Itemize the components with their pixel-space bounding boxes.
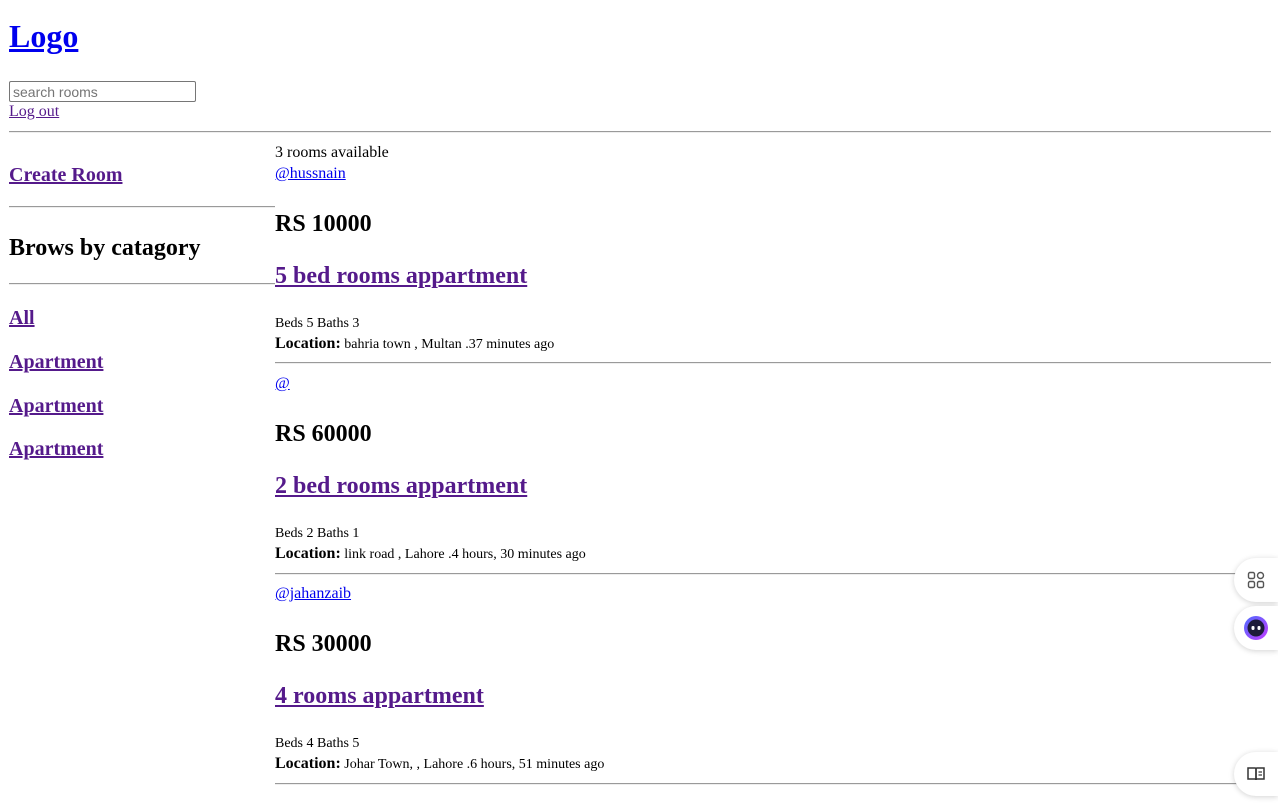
room-title-link[interactable]: 5 bed rooms appartment xyxy=(275,262,527,290)
assistant-face-icon xyxy=(1244,616,1268,640)
room-divider xyxy=(275,783,1271,785)
reader-book-icon xyxy=(1247,767,1265,781)
category-apartment-link[interactable]: Apartment xyxy=(9,351,103,373)
room-location: Location: bahria town , Multan .37 minut… xyxy=(275,335,554,354)
logout-link[interactable]: Log out xyxy=(9,103,59,121)
room-host-link[interactable]: @ xyxy=(275,375,290,393)
room-price: RS 10000 xyxy=(275,211,372,237)
sidebar-divider-bottom xyxy=(9,283,275,285)
room-title-link[interactable]: 2 bed rooms appartment xyxy=(275,472,527,500)
reader-widget-button[interactable] xyxy=(1234,752,1278,796)
location-label: Location: xyxy=(275,755,341,772)
room-title-link[interactable]: 4 rooms appartment xyxy=(275,682,484,710)
room-price: RS 60000 xyxy=(275,421,372,447)
room-card: @hussnain RS 10000 5 bed rooms appartmen… xyxy=(275,144,1271,356)
browse-category-heading: Brows by catagory xyxy=(9,235,201,261)
header-divider xyxy=(9,131,1271,133)
room-host-link[interactable]: @jahanzaib xyxy=(275,585,351,603)
room-specs: Beds 2 Baths 1 xyxy=(275,526,360,541)
room-card: @jahanzaib RS 30000 4 rooms appartment B… xyxy=(275,564,1271,776)
room-host-link[interactable]: @hussnain xyxy=(275,165,346,183)
category-apartment-link[interactable]: Apartment xyxy=(9,395,103,417)
location-text: Johar Town, , Lahore .6 hours, 51 minute… xyxy=(344,757,605,772)
create-room-link[interactable]: Create Room xyxy=(9,164,122,186)
category-all-link[interactable]: All xyxy=(9,307,35,329)
room-location: Location: Johar Town, , Lahore .6 hours,… xyxy=(275,755,604,774)
search-input[interactable] xyxy=(9,81,196,102)
apps-icon xyxy=(1247,571,1265,589)
room-price: RS 30000 xyxy=(275,631,372,657)
location-label: Location: xyxy=(275,545,341,562)
apps-widget-button[interactable] xyxy=(1234,558,1278,602)
logo-link[interactable]: Logo xyxy=(9,14,78,58)
location-label: Location: xyxy=(275,335,341,352)
location-text: bahria town , Multan .37 minutes ago xyxy=(344,337,555,352)
location-text: link road , Lahore .4 hours, 30 minutes … xyxy=(344,547,586,562)
room-specs: Beds 5 Baths 3 xyxy=(275,316,360,331)
category-apartment-link[interactable]: Apartment xyxy=(9,438,103,460)
room-specs: Beds 4 Baths 5 xyxy=(275,736,360,751)
room-location: Location: link road , Lahore .4 hours, 3… xyxy=(275,545,586,564)
assistant-widget-button[interactable] xyxy=(1234,606,1278,650)
room-card: @ RS 60000 2 bed rooms appartment Beds 2… xyxy=(275,354,1271,566)
sidebar-divider-top xyxy=(9,206,275,208)
